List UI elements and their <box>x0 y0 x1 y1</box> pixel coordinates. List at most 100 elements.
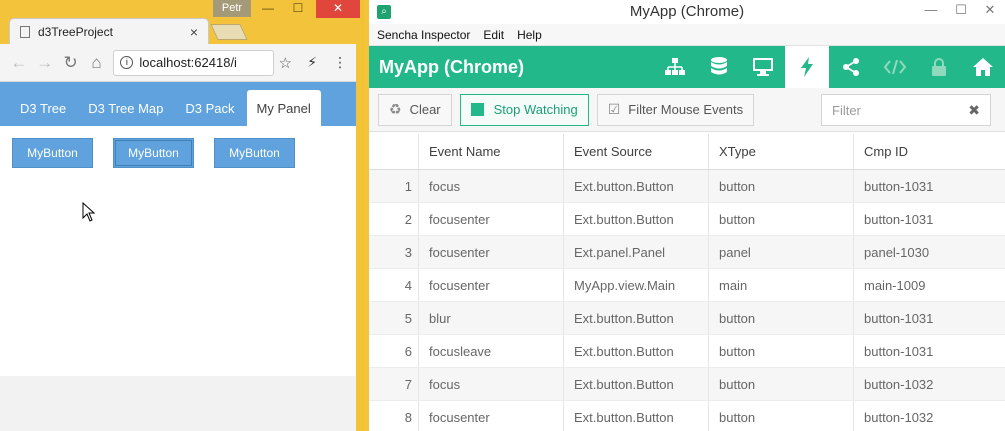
cell-source: MyApp.view.Main <box>564 269 709 301</box>
clear-button[interactable]: ♻ Clear <box>378 93 452 126</box>
cell-event: focus <box>419 170 564 202</box>
address-bar[interactable]: i localhost:62418/i <box>113 49 275 76</box>
cell-event: focusenter <box>419 236 564 268</box>
column-header-event-source[interactable]: Event Source <box>564 134 709 169</box>
cell-event: blur <box>419 302 564 334</box>
close-window-button[interactable]: ✕ <box>316 0 360 18</box>
forward-icon[interactable]: → <box>32 50 58 76</box>
tab-title: d3TreeProject <box>38 24 113 39</box>
desktop: Petr — ☐ ✕ d3TreeProject × ← → ↻ ⌂ i loc… <box>0 0 1005 431</box>
clear-label: Clear <box>409 102 441 117</box>
mybutton-2[interactable]: MyButton <box>113 138 194 168</box>
extension-icon[interactable]: ⚡ <box>300 54 324 71</box>
cell-n: 5 <box>369 302 419 334</box>
code-icon[interactable] <box>873 46 917 88</box>
stop-square-icon <box>470 103 484 116</box>
filter-mouse-events-button[interactable]: ☑ Filter Mouse Events <box>596 93 755 126</box>
filter-mouse-label: Filter Mouse Events <box>628 102 744 117</box>
cell-source: Ext.button.Button <box>564 335 709 367</box>
cell-source: Ext.button.Button <box>564 401 709 431</box>
cell-cmp: button-1032 <box>864 376 934 392</box>
chrome-window: Petr — ☐ ✕ d3TreeProject × ← → ↻ ⌂ i loc… <box>0 0 361 431</box>
button-row: MyButton MyButton MyButton <box>0 126 356 186</box>
database-icon[interactable] <box>697 46 741 88</box>
column-header-rownum <box>369 134 419 169</box>
column-header-cmp-id[interactable]: Cmp ID <box>854 134 1005 169</box>
mouse-cursor-icon <box>82 202 96 222</box>
menu-edit[interactable]: Edit <box>483 28 504 42</box>
menu-sencha-inspector[interactable]: Sencha Inspector <box>377 28 470 42</box>
new-tab-button[interactable] <box>210 24 248 40</box>
table-row[interactable]: 2 focusenter Ext.button.Button button button… <box>369 203 1005 236</box>
cell-event: focusenter <box>419 203 564 235</box>
inspector-menubar: Sencha Inspector Edit Help <box>369 24 1005 46</box>
back-icon[interactable]: ← <box>6 50 32 76</box>
cell-cmp: button-1031 <box>864 178 934 194</box>
table-row[interactable]: 1 focus Ext.button.Button button button-1031 <box>369 170 1005 203</box>
home-icon[interactable]: ⌂ <box>84 50 110 76</box>
cell-source: Ext.button.Button <box>564 368 709 400</box>
inspector-minimize-button[interactable]: — <box>917 0 945 22</box>
cell-source: Ext.button.Button <box>564 203 709 235</box>
table-row[interactable]: 4 focusenter MyApp.view.Main main main-1009 <box>369 269 1005 302</box>
cell-xtype: button <box>709 302 854 334</box>
inspector-close-button[interactable]: ✕ <box>975 0 1005 22</box>
tab-d3-pack[interactable]: D3 Pack <box>175 90 244 126</box>
cell-n: 2 <box>369 203 419 235</box>
tab-d3-tree[interactable]: D3 Tree <box>10 90 76 126</box>
recycle-icon: ♻ <box>389 101 402 117</box>
inspector-brandbar: MyApp (Chrome) <box>369 46 1005 88</box>
lightning-icon[interactable] <box>785 46 829 88</box>
filter-input[interactable]: Filter ✖ <box>821 94 991 126</box>
inspector-titlebar: ⌕ MyApp (Chrome) — ☐ ✕ <box>369 0 1005 24</box>
stop-watching-button[interactable]: Stop Watching <box>459 93 589 126</box>
mybutton-1[interactable]: MyButton <box>12 138 93 168</box>
tab-d3-tree-map[interactable]: D3 Tree Map <box>78 90 173 126</box>
cell-n: 7 <box>369 368 419 400</box>
filter-placeholder: Filter <box>832 102 861 118</box>
filter-clear-icon[interactable]: ✖ <box>968 102 980 119</box>
cell-xtype: button <box>709 335 854 367</box>
home-icon[interactable] <box>961 46 1005 88</box>
info-icon[interactable]: i <box>120 56 134 69</box>
cell-source: Ext.button.Button <box>564 302 709 334</box>
browser-tab[interactable]: d3TreeProject × <box>9 18 209 44</box>
cell-source: Ext.button.Button <box>564 170 709 202</box>
cell-xtype: button <box>709 401 854 431</box>
cell-xtype: button <box>709 368 854 400</box>
cell-cmp: panel-1030 <box>864 244 930 260</box>
bookmark-star-icon[interactable]: ☆ <box>274 54 296 72</box>
cell-n: 1 <box>369 170 419 202</box>
reload-icon[interactable]: ↻ <box>58 50 84 76</box>
minimize-button[interactable]: — <box>254 0 282 18</box>
lock-icon[interactable] <box>917 46 961 88</box>
share-icon[interactable] <box>829 46 873 88</box>
column-header-xtype[interactable]: XType <box>709 134 854 169</box>
inspector-maximize-button[interactable]: ☐ <box>947 0 975 22</box>
inspector-window: ⌕ MyApp (Chrome) — ☐ ✕ Sencha Inspector … <box>364 0 1005 431</box>
table-row[interactable]: 8 focusenter Ext.button.Button button button… <box>369 401 1005 431</box>
maximize-button[interactable]: ☐ <box>284 0 312 18</box>
menu-help[interactable]: Help <box>517 28 542 42</box>
tab-my-panel[interactable]: My Panel <box>246 90 321 126</box>
browser-toolbar: ← → ↻ ⌂ i localhost:62418/i ☆ ⚡ ⋮ <box>0 44 356 82</box>
tab-close-icon[interactable]: × <box>190 24 198 40</box>
table-row[interactable]: 5 blur Ext.button.Button button button-1031 <box>369 302 1005 335</box>
table-row[interactable]: 3 focusenter Ext.panel.Panel panel panel-103… <box>369 236 1005 269</box>
page-viewport: D3 Tree D3 Tree Map D3 Pack My Panel MyB… <box>0 82 356 431</box>
monitor-icon[interactable] <box>741 46 785 88</box>
cell-cmp: button-1031 <box>864 343 934 359</box>
cell-xtype: panel <box>709 236 854 268</box>
table-row[interactable]: 7 focus Ext.button.Button button button-1032 <box>369 368 1005 401</box>
cell-event: focusenter <box>419 269 564 301</box>
browser-menu-icon[interactable]: ⋮ <box>330 54 350 71</box>
cell-cmp: button-1031 <box>864 211 934 227</box>
hierarchy-icon[interactable] <box>653 46 697 88</box>
table-row[interactable]: 6 focusleave Ext.button.Button button button… <box>369 335 1005 368</box>
profile-badge[interactable]: Petr <box>213 0 251 17</box>
column-header-event-name[interactable]: Event Name <box>419 134 564 169</box>
mybutton-3[interactable]: MyButton <box>214 138 295 168</box>
inspector-window-title: MyApp (Chrome) <box>629 3 745 20</box>
cell-cmp: main-1009 <box>864 277 926 293</box>
stop-watching-label: Stop Watching <box>493 102 578 117</box>
